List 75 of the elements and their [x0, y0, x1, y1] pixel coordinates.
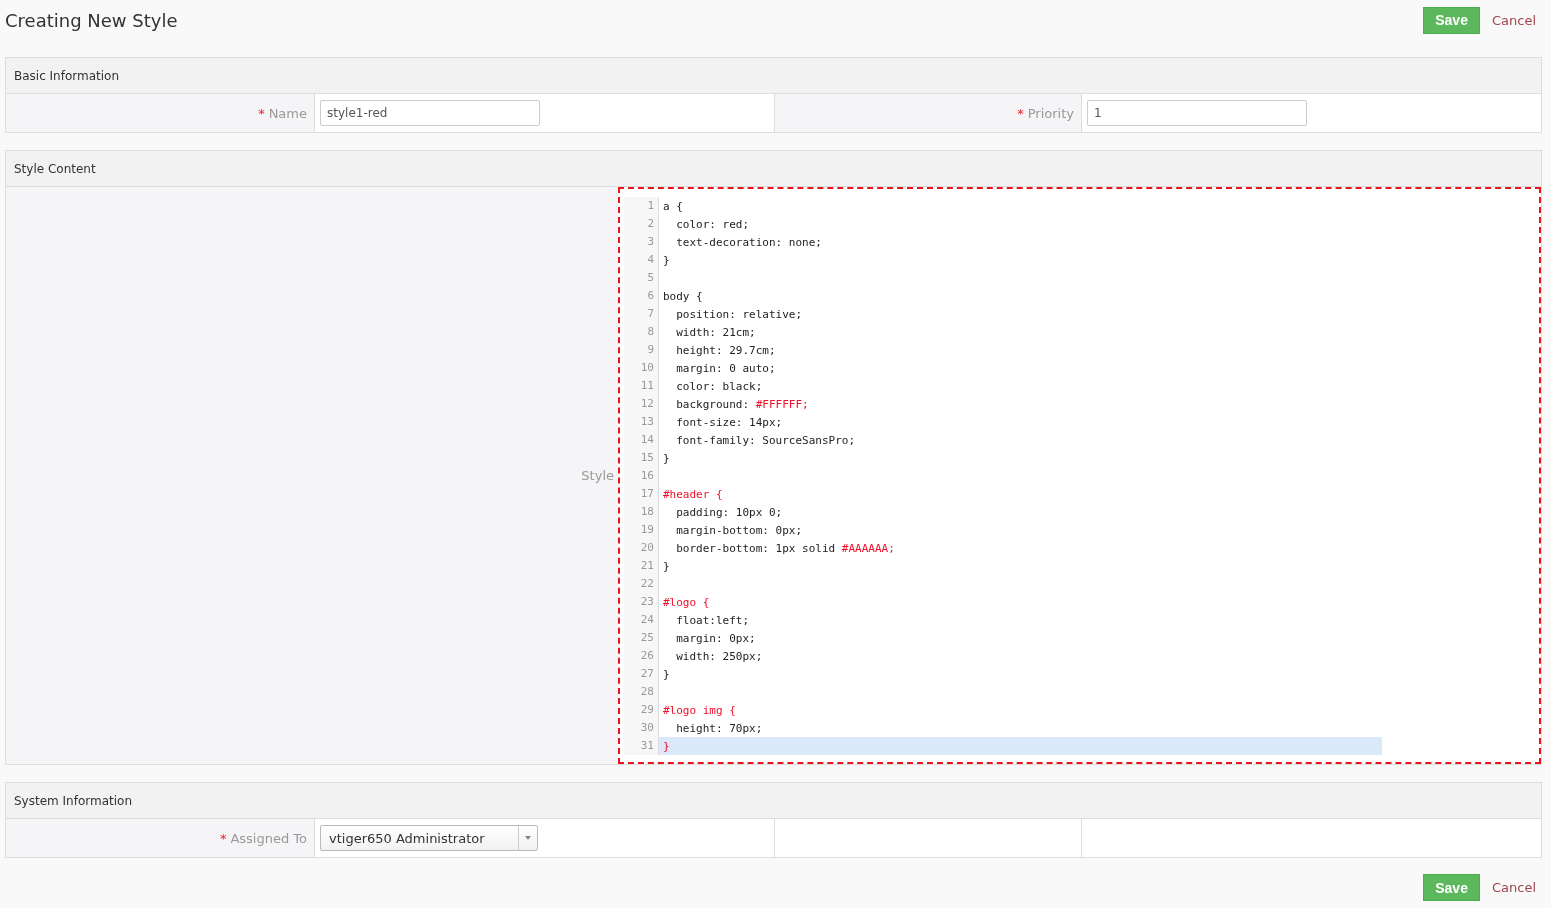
code-text: } — [662, 559, 670, 573]
line-number: 12 — [624, 395, 659, 413]
code-text: #header { — [662, 487, 723, 501]
line-number: 6 — [624, 287, 659, 305]
page-title: Creating New Style — [5, 9, 178, 31]
code-editor[interactable] — [618, 187, 1541, 764]
required-mark: * — [219, 830, 227, 846]
line-number: 10 — [624, 359, 659, 377]
line-number: 5 — [624, 269, 659, 287]
line-number: 27 — [624, 665, 659, 683]
input-field[interactable]: style1-red — [320, 100, 540, 126]
code-text: background: #FFFFFF; — [675, 397, 809, 411]
line-number: 17 — [624, 485, 659, 503]
required-mark: * — [258, 105, 265, 121]
cancel-link[interactable]: Cancel — [1491, 12, 1536, 28]
line-number: 18 — [624, 503, 659, 521]
line-number: 9 — [624, 341, 659, 359]
cancel-link[interactable]: Cancel — [1491, 880, 1536, 895]
line-number: 20 — [624, 539, 659, 557]
line-number: 28 — [624, 683, 659, 701]
field-label: Priority — [1027, 105, 1074, 121]
code-text: position: relative; — [675, 307, 803, 321]
line-number: 15 — [624, 449, 659, 467]
code-text: border-bottom: 1px solid #AAAAAA; — [675, 541, 895, 555]
line-number: 14 — [624, 431, 659, 449]
code-text: margin: 0px; — [675, 631, 756, 645]
line-number: 24 — [624, 611, 659, 629]
line-number: 3 — [624, 233, 659, 251]
code-text: #logo img { — [662, 703, 736, 717]
line-number: 19 — [624, 521, 659, 539]
code-text: } — [662, 739, 670, 753]
line-number: 26 — [624, 647, 659, 665]
code-text: color: black; — [675, 379, 763, 393]
line-number: 25 — [624, 629, 659, 647]
code-text: float:left; — [675, 613, 750, 627]
line-number: 23 — [624, 593, 659, 611]
line-number: 1 — [624, 197, 659, 215]
field-label: Style — [6, 187, 618, 764]
assigned-select[interactable]: vtiger650 Administrator — [320, 825, 538, 851]
input-field[interactable]: 1 — [1087, 100, 1307, 126]
code-text: margin-bottom: 0px; — [675, 523, 803, 537]
line-number: 13 — [624, 413, 659, 431]
section-header: Basic Information — [6, 58, 1541, 94]
line-number: 4 — [624, 251, 659, 269]
line-number: 31 — [624, 737, 659, 755]
line-number: 21 — [624, 557, 659, 575]
section-header: Style Content — [6, 151, 1541, 187]
code-text: font-size: 14px; — [675, 415, 783, 429]
required-mark: * — [1017, 105, 1024, 121]
code-text: width: 250px; — [675, 649, 763, 663]
code-text: height: 70px; — [675, 721, 763, 735]
code-text: height: 29.7cm; — [675, 343, 776, 357]
line-number: 8 — [624, 323, 659, 341]
code-text: } — [662, 253, 670, 267]
code-text: color: red; — [675, 217, 750, 231]
line-number: 22 — [624, 575, 659, 593]
code-text: text-decoration: none; — [675, 235, 822, 249]
code-text: padding: 10px 0; — [675, 505, 783, 519]
code-text: width: 21cm; — [675, 325, 756, 339]
field-label: Assigned To — [230, 830, 307, 846]
line-number: 2 — [624, 215, 659, 233]
code-text: #logo { — [662, 595, 710, 609]
line-number: 29 — [624, 701, 659, 719]
code-text: font-family: SourceSansPro; — [675, 433, 856, 447]
line-number: 16 — [624, 467, 659, 485]
code-text: margin: 0 auto; — [675, 361, 776, 375]
field-label: Name — [268, 105, 307, 121]
code-text: a { — [662, 199, 683, 213]
line-number: 30 — [624, 719, 659, 737]
line-number: 7 — [624, 305, 659, 323]
line-number: 11 — [624, 377, 659, 395]
code-text: } — [662, 451, 670, 465]
code-text: } — [662, 667, 670, 681]
code-text: body { — [662, 289, 703, 303]
section-header: System Information — [6, 783, 1541, 819]
